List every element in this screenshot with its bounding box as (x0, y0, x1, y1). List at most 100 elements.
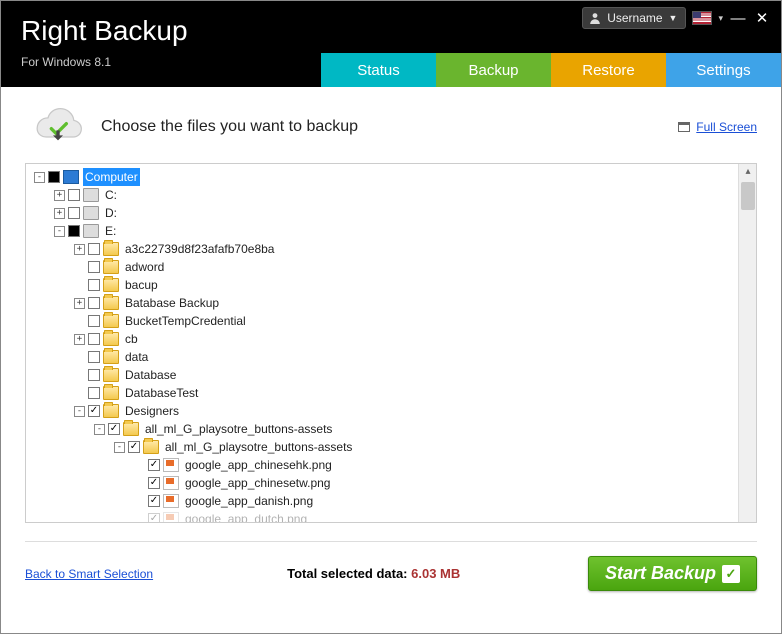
folder-icon (103, 350, 119, 364)
tree-label: google_app_danish.png (183, 492, 315, 510)
minimize-button[interactable]: — (729, 10, 747, 27)
tree-node-computer[interactable]: - Computer (30, 168, 756, 186)
folder-icon (103, 332, 119, 346)
folder-icon (103, 404, 119, 418)
tree-label: DatabaseTest (123, 384, 200, 402)
drive-icon (83, 188, 99, 202)
tree-node-folder-designers[interactable]: -Designers (30, 402, 756, 420)
expander-icon[interactable]: - (94, 424, 105, 435)
check-icon: ✓ (722, 565, 740, 583)
checkbox[interactable] (88, 351, 100, 363)
smart-selection-link[interactable]: Back to Smart Selection (25, 567, 153, 581)
checkbox[interactable] (108, 423, 120, 435)
tree-label: a3c22739d8f23afafb70e8ba (123, 240, 276, 258)
tree-node-subfolder[interactable]: -all_ml_G_playsotre_buttons-assets (30, 420, 756, 438)
checkbox[interactable] (148, 459, 160, 471)
checkbox[interactable] (88, 315, 100, 327)
tree-node-subfolder[interactable]: -all_ml_G_playsotre_buttons-assets (30, 438, 756, 456)
app-brand: Right Backup (21, 15, 188, 47)
folder-icon (143, 440, 159, 454)
tree-node-folder[interactable]: .data (30, 348, 756, 366)
checkbox[interactable] (148, 513, 160, 523)
file-tree-container: - Computer + C: + D: - E: +a3c22739 (25, 163, 757, 523)
tree-node-file[interactable]: .google_app_chinesehk.png (30, 456, 756, 474)
tab-backup[interactable]: Backup (436, 53, 551, 87)
flag-us-icon[interactable] (692, 11, 712, 25)
total-selected-data: Total selected data: 6.03 MB (287, 566, 460, 581)
tree-scrollbar[interactable]: ▴ (738, 164, 756, 522)
tree-node-folder[interactable]: +Batabase Backup (30, 294, 756, 312)
checkbox[interactable] (88, 405, 100, 417)
tree-label: D: (103, 204, 119, 222)
tree-node-folder[interactable]: .bacup (30, 276, 756, 294)
tree-node-folder[interactable]: .DatabaseTest (30, 384, 756, 402)
tree-label: data (123, 348, 150, 366)
expander-icon[interactable]: + (54, 190, 65, 201)
expander-icon[interactable]: - (74, 406, 85, 417)
checkbox[interactable] (88, 387, 100, 399)
start-backup-button[interactable]: Start Backup ✓ (588, 556, 757, 591)
main-tabs: Status Backup Restore Settings (321, 53, 781, 87)
user-dropdown[interactable]: Username ▼ (582, 7, 686, 29)
scroll-up-icon[interactable]: ▴ (742, 166, 754, 178)
checkbox[interactable] (88, 297, 100, 309)
expander-icon[interactable]: - (54, 226, 65, 237)
scroll-thumb[interactable] (741, 182, 755, 210)
title-bar: Username ▼ ▾ — ✕ (582, 7, 771, 29)
checkbox[interactable] (88, 333, 100, 345)
tree-label: cb (123, 330, 140, 348)
expander-icon[interactable]: + (74, 244, 85, 255)
tree-node-folder[interactable]: + cb (30, 330, 756, 348)
user-icon (589, 12, 601, 24)
brand-light: Right (21, 15, 86, 46)
tree-label: adword (123, 258, 166, 276)
tree-node-folder[interactable]: + a3c22739d8f23afafb70e8ba (30, 240, 756, 258)
folder-icon (103, 386, 119, 400)
tree-node-folder[interactable]: .Database (30, 366, 756, 384)
checkbox[interactable] (148, 495, 160, 507)
tree-node-file[interactable]: .google_app_dutch.png (30, 510, 756, 523)
checkbox[interactable] (148, 477, 160, 489)
checkbox[interactable] (128, 441, 140, 453)
checkbox[interactable] (48, 171, 60, 183)
tree-node-drive-c[interactable]: + C: (30, 186, 756, 204)
tree-node-drive-d[interactable]: + D: (30, 204, 756, 222)
tree-node-file[interactable]: .google_app_chinesetw.png (30, 474, 756, 492)
image-file-icon (163, 494, 179, 508)
expander-icon[interactable]: + (74, 298, 85, 309)
expander-icon[interactable]: + (74, 334, 85, 345)
tree-node-folder[interactable]: .BucketTempCredential (30, 312, 756, 330)
file-tree: - Computer + C: + D: - E: +a3c22739 (26, 164, 756, 523)
folder-icon (103, 368, 119, 382)
checkbox[interactable] (88, 369, 100, 381)
heading-row: Choose the files you want to backup Full… (1, 87, 781, 157)
close-button[interactable]: ✕ (753, 9, 771, 27)
expander-icon[interactable]: - (34, 172, 45, 183)
expander-icon[interactable]: - (114, 442, 125, 453)
checkbox[interactable] (88, 279, 100, 291)
cloud-check-icon (31, 107, 85, 147)
tree-node-drive-e[interactable]: - E: (30, 222, 756, 240)
tab-status[interactable]: Status (321, 53, 436, 87)
total-label: Total selected data: (287, 566, 411, 581)
brand-bold: Backup (86, 15, 187, 46)
checkbox[interactable] (88, 261, 100, 273)
checkbox[interactable] (68, 225, 80, 237)
app-subtitle: For Windows 8.1 (21, 55, 111, 69)
tab-restore[interactable]: Restore (551, 53, 666, 87)
tree-label: C: (103, 186, 119, 204)
username-label: Username (607, 11, 662, 25)
chevron-down-icon: ▼ (669, 13, 678, 23)
folder-icon (103, 260, 119, 274)
checkbox[interactable] (88, 243, 100, 255)
expander-icon[interactable]: + (54, 208, 65, 219)
tree-label: google_app_chinesetw.png (183, 474, 332, 492)
image-file-icon (163, 476, 179, 490)
fullscreen-link[interactable]: Full Screen (678, 120, 757, 134)
checkbox[interactable] (68, 189, 80, 201)
flag-chevron-icon[interactable]: ▾ (718, 13, 723, 24)
tab-settings[interactable]: Settings (666, 53, 781, 87)
tree-node-folder[interactable]: .adword (30, 258, 756, 276)
tree-node-file[interactable]: .google_app_danish.png (30, 492, 756, 510)
checkbox[interactable] (68, 207, 80, 219)
